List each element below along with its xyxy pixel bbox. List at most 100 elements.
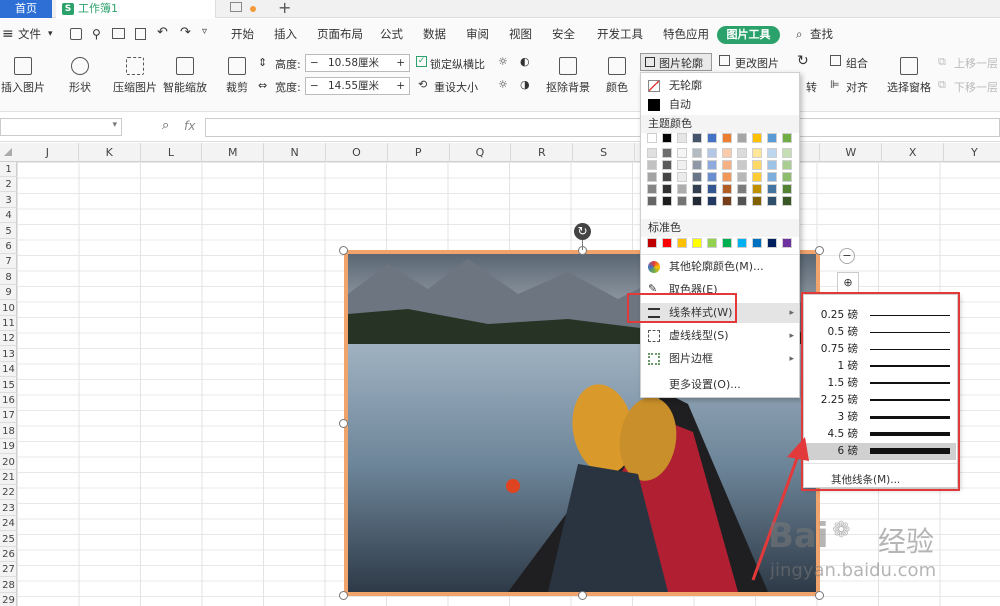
row-header-3[interactable]: 3 bbox=[0, 193, 17, 208]
theme-color-swatch[interactable] bbox=[647, 133, 657, 143]
theme-color-swatch[interactable] bbox=[752, 184, 762, 194]
menu-view[interactable]: 视图 bbox=[509, 19, 532, 49]
standard-color-swatch[interactable] bbox=[707, 238, 717, 248]
menu-developer[interactable]: 开发工具 bbox=[597, 19, 643, 49]
chevron-down-icon[interactable]: ▾ bbox=[112, 120, 117, 130]
theme-color-swatch[interactable] bbox=[692, 160, 702, 170]
menu-review[interactable]: 审阅 bbox=[466, 19, 489, 49]
standard-color-swatch[interactable] bbox=[692, 238, 702, 248]
contrast-down-icon[interactable]: ◑ bbox=[520, 78, 530, 91]
theme-color-swatch[interactable] bbox=[737, 133, 747, 143]
theme-color-swatch[interactable] bbox=[692, 133, 702, 143]
width-decrease-button[interactable]: − bbox=[310, 78, 319, 94]
standard-color-swatch[interactable] bbox=[722, 238, 732, 248]
theme-color-swatch[interactable] bbox=[707, 133, 717, 143]
no-outline-item[interactable]: 无轮廓 bbox=[641, 76, 799, 96]
theme-color-swatch[interactable] bbox=[752, 172, 762, 182]
row-header-17[interactable]: 17 bbox=[0, 408, 17, 424]
theme-color-swatch[interactable] bbox=[782, 196, 792, 206]
theme-color-swatch[interactable] bbox=[692, 148, 702, 158]
theme-color-swatch[interactable] bbox=[782, 160, 792, 170]
resize-handle-left[interactable] bbox=[339, 419, 348, 428]
theme-color-swatch[interactable] bbox=[782, 172, 792, 182]
column-header-K[interactable]: K bbox=[79, 143, 141, 162]
selection-pane-button[interactable]: 选择窗格 bbox=[886, 57, 932, 95]
theme-color-swatch[interactable] bbox=[737, 184, 747, 194]
row-header-16[interactable]: 16 bbox=[0, 393, 17, 408]
compress-picture-button[interactable]: 压缩图片 bbox=[112, 57, 158, 95]
menu-picture-tools[interactable]: 图片工具 bbox=[717, 26, 780, 44]
redo-icon[interactable]: ↷ bbox=[180, 25, 191, 40]
rotate-handle-icon[interactable]: ↻ bbox=[574, 223, 591, 240]
resize-handle-bottom[interactable] bbox=[578, 591, 587, 600]
row-header-1[interactable]: 1 bbox=[0, 162, 17, 177]
theme-color-swatch[interactable] bbox=[692, 172, 702, 182]
standard-color-swatch[interactable] bbox=[782, 238, 792, 248]
theme-color-swatch[interactable] bbox=[647, 172, 657, 182]
row-header-25[interactable]: 25 bbox=[0, 532, 17, 547]
column-header-N[interactable]: N bbox=[264, 143, 326, 162]
column-header-Y[interactable]: Y bbox=[944, 143, 1000, 162]
float-zoom-out-icon[interactable]: − bbox=[839, 248, 855, 264]
height-decrease-button[interactable]: − bbox=[310, 55, 319, 71]
save-icon[interactable] bbox=[70, 28, 82, 40]
menu-search[interactable]: 查找 bbox=[810, 19, 833, 49]
more-icon[interactable]: ▿ bbox=[202, 26, 207, 37]
menu-data[interactable]: 数据 bbox=[423, 19, 446, 49]
theme-color-swatch[interactable] bbox=[767, 133, 777, 143]
print-preview-icon[interactable] bbox=[135, 28, 146, 40]
row-header-8[interactable]: 8 bbox=[0, 270, 17, 285]
theme-color-swatch[interactable] bbox=[782, 148, 792, 158]
theme-color-swatch[interactable] bbox=[722, 196, 732, 206]
theme-color-swatch[interactable] bbox=[647, 148, 657, 158]
row-header-12[interactable]: 12 bbox=[0, 331, 17, 347]
row-header-21[interactable]: 21 bbox=[0, 470, 17, 485]
search-icon[interactable]: ⌕ bbox=[796, 19, 802, 49]
theme-color-swatch[interactable] bbox=[677, 184, 687, 194]
picture-border-item[interactable]: 图片边框 ▸ bbox=[641, 349, 799, 369]
theme-color-swatch[interactable] bbox=[722, 184, 732, 194]
more-settings-item[interactable]: 更多设置(O)... bbox=[641, 375, 799, 395]
theme-color-swatch[interactable] bbox=[677, 160, 687, 170]
row-header-26[interactable]: 26 bbox=[0, 547, 17, 562]
menu-special[interactable]: 特色应用 bbox=[663, 19, 709, 49]
row-header-13[interactable]: 13 bbox=[0, 347, 17, 362]
theme-color-swatch[interactable] bbox=[722, 148, 732, 158]
column-header-R[interactable]: R bbox=[511, 143, 574, 162]
print-icon[interactable] bbox=[112, 28, 125, 39]
theme-color-swatch[interactable] bbox=[767, 160, 777, 170]
rotate-label[interactable]: 转 bbox=[806, 79, 817, 95]
column-header-M[interactable]: M bbox=[202, 143, 265, 162]
row-header-28[interactable]: 28 bbox=[0, 578, 17, 593]
column-header-Q[interactable]: Q bbox=[450, 143, 512, 162]
resize-handle-top-right[interactable] bbox=[815, 246, 824, 255]
theme-color-swatch[interactable] bbox=[737, 172, 747, 182]
theme-color-swatch[interactable] bbox=[692, 196, 702, 206]
color-button[interactable]: 颜色 bbox=[600, 57, 634, 95]
theme-color-swatch[interactable] bbox=[722, 172, 732, 182]
standard-color-swatch[interactable] bbox=[767, 238, 777, 248]
height-increase-button[interactable]: + bbox=[396, 55, 405, 71]
row-header-15[interactable]: 15 bbox=[0, 378, 17, 393]
select-all-button[interactable] bbox=[4, 148, 12, 156]
reset-size-button[interactable]: 重设大小 bbox=[434, 79, 478, 95]
change-picture-button[interactable]: 更改图片 bbox=[735, 55, 779, 71]
column-header-X[interactable]: X bbox=[882, 143, 944, 162]
menu-security[interactable]: 安全 bbox=[552, 19, 575, 49]
move-down-button[interactable]: 下移一层 bbox=[954, 79, 998, 95]
menu-file[interactable]: 文件 bbox=[18, 19, 41, 49]
theme-color-swatch[interactable] bbox=[722, 160, 732, 170]
row-header-23[interactable]: 23 bbox=[0, 501, 17, 516]
formula-input[interactable] bbox=[205, 118, 1000, 137]
theme-color-swatch[interactable] bbox=[677, 172, 687, 182]
theme-color-swatch[interactable] bbox=[662, 172, 672, 182]
theme-color-swatch[interactable] bbox=[677, 148, 687, 158]
row-header-18[interactable]: 18 bbox=[0, 424, 17, 439]
row-header-11[interactable]: 11 bbox=[0, 316, 17, 331]
row-header-7[interactable]: 7 bbox=[0, 254, 17, 270]
theme-color-swatch[interactable] bbox=[677, 133, 687, 143]
row-header-22[interactable]: 22 bbox=[0, 485, 17, 501]
undo-icon[interactable]: ↶ bbox=[157, 25, 168, 40]
theme-color-swatch[interactable] bbox=[767, 196, 777, 206]
theme-color-swatch[interactable] bbox=[752, 148, 762, 158]
